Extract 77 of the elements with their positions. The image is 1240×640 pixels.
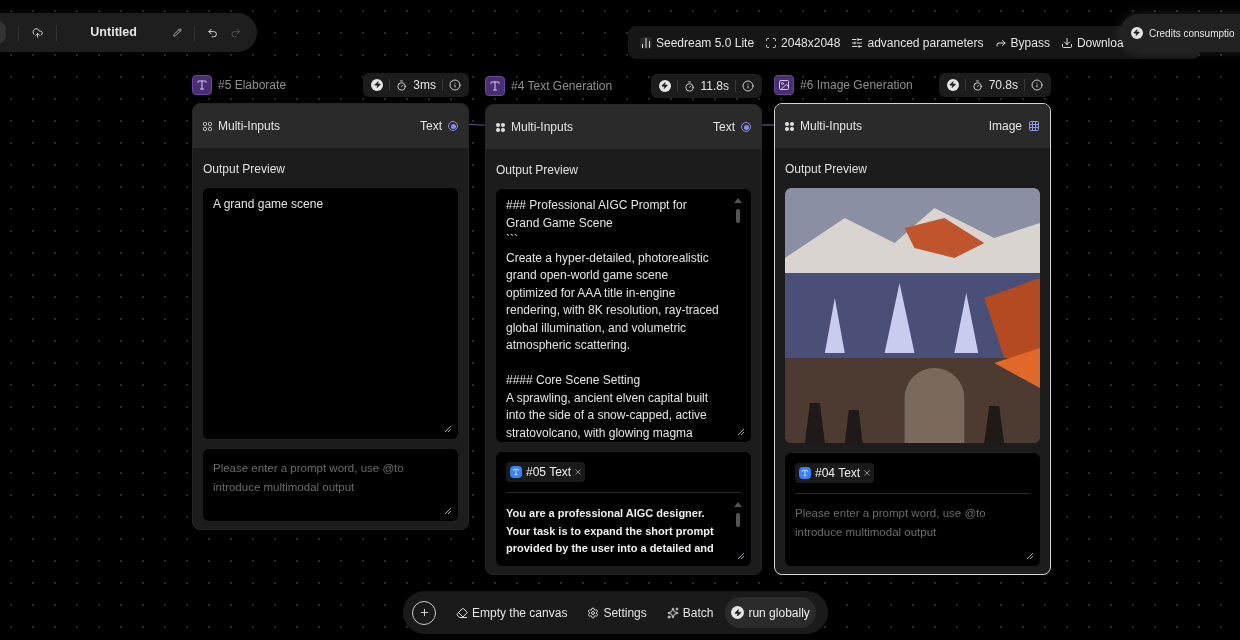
prompt-field[interactable]: #04 Text Please enter a prompt word, use @to introduce multimodal output — [785, 453, 1040, 566]
toolbar-option[interactable]: Seedream 5.0 Lite — [640, 33, 755, 52]
port-label: Text — [713, 119, 735, 136]
timer-icon — [971, 79, 983, 91]
dots-icon — [203, 121, 212, 131]
resize-handle-icon[interactable] — [737, 428, 745, 436]
text-type-icon — [510, 466, 522, 478]
inputs-label: Multi-Inputs — [511, 119, 574, 136]
inputs-label: Multi-Inputs — [218, 118, 281, 135]
port-label: Text — [420, 118, 442, 135]
dots-icon — [496, 122, 505, 132]
project-title[interactable]: Untitled — [90, 23, 137, 42]
prompt-input[interactable]: Please enter a prompt word, use @to introduce multimodal output — [785, 494, 1040, 566]
section-label: Output Preview — [785, 161, 869, 178]
eraser-icon — [456, 606, 468, 619]
text-type-icon — [192, 75, 212, 95]
close-icon[interactable] — [864, 470, 871, 476]
run-time: 70.8s — [988, 77, 1018, 94]
resize-handle-icon[interactable] — [737, 551, 745, 560]
resize-handle-icon[interactable] — [1026, 552, 1034, 560]
image-icon — [774, 75, 794, 95]
run-time: 11.8s — [700, 78, 729, 95]
info-icon[interactable] — [1031, 79, 1043, 91]
timer-icon — [396, 79, 408, 91]
port-label: Image — [988, 118, 1022, 135]
edit-icon[interactable] — [172, 27, 182, 38]
info-icon[interactable] — [742, 80, 754, 92]
node-title: #4 Text Generation — [511, 78, 613, 95]
text-type-icon — [485, 76, 505, 96]
reference-chip[interactable]: #04 Text — [795, 463, 875, 483]
text-type-icon — [799, 467, 811, 479]
output-preview-box[interactable] — [496, 189, 751, 442]
info-icon[interactable] — [449, 79, 461, 91]
inputs-label: Multi-Inputs — [800, 118, 863, 135]
run-globally-button[interactable]: run globally — [725, 597, 816, 628]
timer-icon — [683, 80, 695, 92]
chart-icon — [640, 36, 652, 49]
node-title: #5 Elaborate — [218, 77, 287, 94]
upload-icon[interactable] — [32, 25, 44, 40]
toolbar-option[interactable]: advanced parameters — [851, 33, 984, 52]
resize-handle-icon[interactable] — [444, 425, 452, 433]
toolbar-option[interactable]: Batch — [666, 603, 714, 622]
toolbar-option[interactable]: Empty the canvas — [456, 603, 568, 622]
run-icon — [371, 79, 384, 91]
resize-handle-icon[interactable] — [444, 507, 452, 515]
bolt-icon — [731, 606, 745, 619]
download-icon — [1060, 36, 1073, 49]
node-card[interactable] — [485, 104, 762, 575]
bolt-icon — [1131, 27, 1143, 39]
toolbar-option[interactable]: 2048x2048 — [765, 33, 841, 52]
node-title: #6 Image Generation — [800, 77, 913, 94]
sliders-icon — [851, 36, 864, 49]
plus-icon — [418, 607, 430, 618]
section-label: Output Preview — [203, 161, 287, 178]
close-icon[interactable] — [575, 469, 582, 475]
section-label: Output Preview — [496, 162, 580, 179]
prompt-text: You are a professional AIGC designer. Your task is to expand the short prompt provided by the user into a detailed and — [506, 506, 715, 556]
dots-icon — [785, 121, 794, 131]
sparkles-icon — [666, 606, 679, 619]
credits-text: Credits consumptio — [1149, 26, 1235, 41]
output-preview-box[interactable]: A grand game scene — [203, 188, 458, 439]
run-time: 3ms — [413, 77, 436, 94]
output-text: A grand game scene — [213, 196, 325, 213]
run-icon — [658, 80, 671, 92]
toolbar-option[interactable]: Bypass — [994, 33, 1050, 52]
prompt-field[interactable]: #05 Text You are a professional AIGC designer. Your task is to expand the short prompt provided by the user into a detailed and — [496, 452, 751, 566]
reference-chip[interactable]: #05 Text — [506, 462, 586, 482]
run-icon — [946, 79, 959, 91]
output-port-icon[interactable] — [1028, 120, 1040, 132]
toolbar-option[interactable]: Settings — [587, 603, 647, 622]
settings-icon — [587, 606, 600, 619]
node-card[interactable]: Multi-Inputs Image Output Preview #04 Text Please enter a prompt word, use @to introduce multimodal output — [774, 103, 1051, 575]
node-card[interactable]: Multi-Inputs Text Output Preview A grand game scene Please enter a prompt word, use @to introduce multimodal output — [192, 103, 469, 530]
output-text: ### Professional AIGC Prompt for Grand Game Scene ``` Create a hyper-detailed, photorealistic grand open-world game scene optimized for AAA title in-engine rendering, with 8K resolution, ray-traced global illumination, and volumetric atmospheric scattering. #### Core Scene Setting A sprawling, ancient elven capital built into the side of a snow-capped, active stratovolcano, with glowing magma — [506, 197, 719, 442]
toolbar-option[interactable]: Downloa — [1060, 33, 1124, 52]
prompt-field[interactable]: Please enter a prompt word, use @to introduce multimodal output — [203, 449, 458, 521]
frame-icon — [765, 36, 778, 49]
